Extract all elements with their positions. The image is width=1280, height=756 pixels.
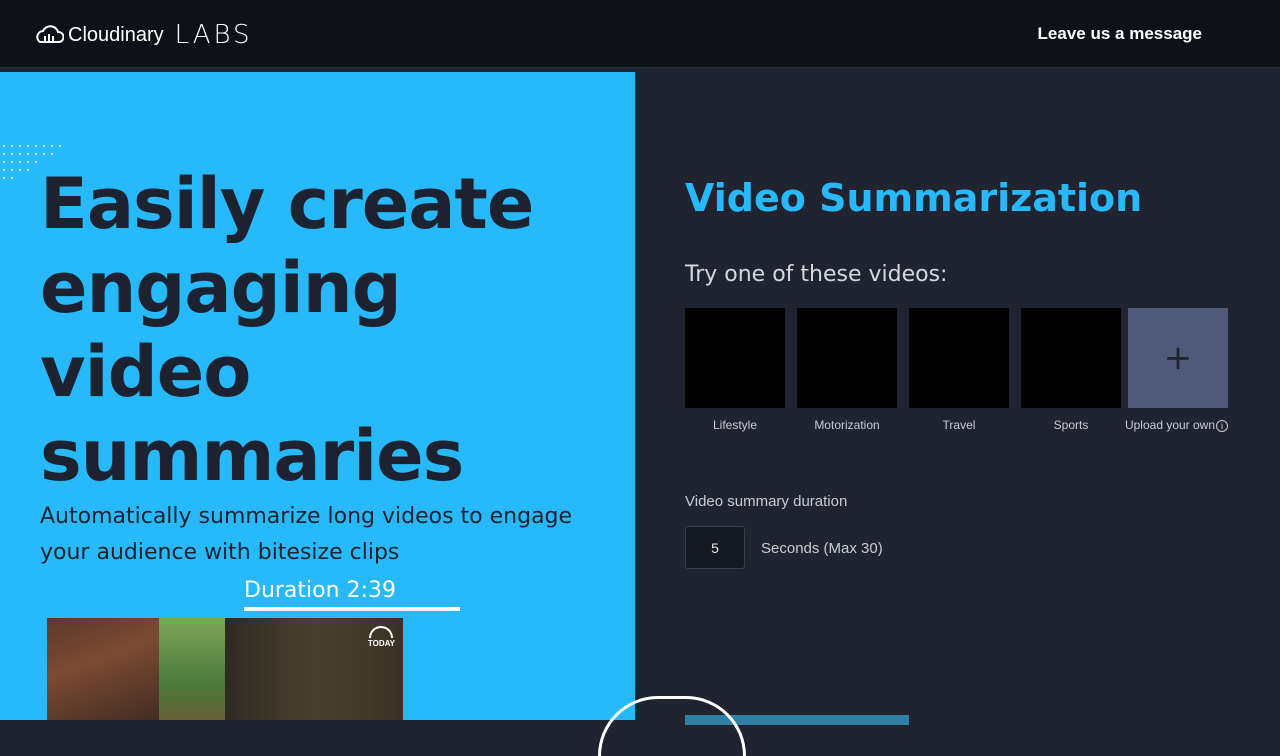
hero-subtitle: Automatically summarize long videos to e…: [40, 504, 573, 565]
summary-duration-unit: Seconds (Max 30): [761, 540, 883, 557]
duration-progress-bar: [244, 607, 460, 611]
hero-title-line: engaging: [40, 247, 402, 329]
panel-title: Video Summarization: [685, 176, 1143, 220]
brand-name: Cloudinary: [68, 23, 164, 46]
preview-frame-left: [47, 618, 159, 720]
summary-duration-input[interactable]: [685, 526, 745, 569]
hero-title-line: summaries: [40, 415, 464, 497]
summary-duration-label: Video summary duration: [685, 493, 848, 510]
brand-labs: LABS: [174, 20, 253, 50]
video-label-lifestyle: Lifestyle: [712, 418, 758, 432]
duration-label: Duration 2:39: [244, 578, 396, 603]
video-preview[interactable]: TODAY: [47, 618, 403, 720]
today-logo-text: TODAY: [367, 639, 395, 648]
upload-label: Upload your own: [1124, 418, 1216, 432]
brand-logo[interactable]: Cloudinary LABS: [34, 20, 253, 50]
sun-icon: [369, 626, 394, 638]
hero-title-line: Easily create: [40, 163, 534, 245]
cloud-icon: [36, 25, 64, 43]
top-header: Cloudinary LABS Leave us a message: [0, 0, 1280, 68]
preview-frame-window: [159, 618, 225, 720]
hero-title-line: video: [40, 331, 251, 413]
video-thumb-lifestyle[interactable]: [685, 308, 785, 408]
video-label-sports: Sports: [1053, 418, 1089, 432]
today-logo: TODAY: [368, 626, 395, 648]
leave-message-link[interactable]: Leave us a message: [1038, 24, 1202, 44]
video-thumb-sports[interactable]: [1021, 308, 1121, 408]
video-thumb-travel[interactable]: [909, 308, 1009, 408]
video-label-travel: Travel: [942, 418, 976, 432]
hero-section: Easily create engaging video summaries A…: [0, 72, 635, 720]
info-icon[interactable]: i: [1216, 420, 1228, 432]
video-label-motorization: Motorization: [814, 418, 880, 432]
plus-icon: +: [1163, 338, 1193, 378]
hero-title: Easily create engaging video summaries: [40, 162, 630, 498]
video-thumb-motorization[interactable]: [797, 308, 897, 408]
upload-video-button[interactable]: +: [1128, 308, 1228, 408]
try-videos-label: Try one of these videos:: [685, 262, 948, 287]
